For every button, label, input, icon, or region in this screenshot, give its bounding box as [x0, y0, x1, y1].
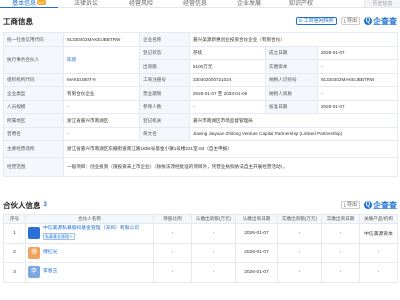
download-icon: ⤓: [343, 18, 346, 24]
tab-history[interactable]: 历史信息: [364, 0, 400, 7]
brand-logo: Q 企查查: [364, 16, 397, 26]
business-info-title: 工商信息: [3, 16, 33, 26]
col-index: 序号: [3, 214, 26, 224]
col-sub-date: 认缴出资日期: [235, 214, 278, 224]
label-staff-size: 人员规模: [3, 99, 64, 114]
related-link[interactable]: 中信美源资本: [359, 223, 398, 244]
label-english-name: 英文名: [139, 126, 190, 141]
shareholders-table: 序号 合伙人名称 持股比例 认缴出资额(万元) 认缴出资日期 实缴出资额(万元)…: [3, 214, 398, 283]
label-company-type: 企业类型: [3, 86, 64, 101]
value-company-name: 嘉兴美源新惠创业投资合伙企业（有限合伙）: [188, 32, 399, 47]
label-approved-date: 核准日期: [265, 99, 318, 114]
label-region: 所属地区: [3, 113, 64, 128]
tab-badge: 99+: [37, 0, 46, 5]
update-button[interactable]: ⊙ 工商官网快照: [295, 17, 337, 25]
table-row: 2 傅 傅红光 - - 2026-01-07 - - -: [3, 242, 398, 263]
brand-icon: Q: [364, 17, 372, 25]
tab-risk[interactable]: 经营风险: [114, 0, 168, 8]
brand-logo: Q 企查查: [364, 200, 397, 210]
label-company-name: 企业名称: [139, 32, 190, 47]
avatar: 李: [28, 266, 40, 279]
col-ratio: 持股比例: [153, 214, 192, 224]
value-insured: -: [189, 99, 266, 114]
table-row: 1 中信美源私募股权基金管理（深圳）有限公司 私募基金管理人 - - 2026-…: [3, 223, 398, 244]
business-info-header: 工商信息 ⊙ 工商官网快照 ⤓ 导出 Q 企查查: [3, 14, 397, 28]
partner-link[interactable]: 陈晓: [67, 57, 76, 63]
value-former-name: -: [63, 126, 140, 141]
label-credit-code: 统一社会信用代码: [3, 32, 64, 47]
value-partner: 陈晓: [63, 45, 140, 74]
label-taxpayer-id: 纳税人识别号: [265, 72, 318, 87]
label-scope: 经营范围: [3, 157, 64, 177]
value-capital: 5100万元: [189, 59, 266, 74]
label-term: 营业期限: [139, 86, 190, 101]
col-sub-amount: 认缴出资额(万元): [191, 214, 236, 224]
label-former-name: 曾用名: [3, 126, 64, 141]
value-company-type: 有限合伙企业: [63, 86, 140, 101]
shareholders-header-row: 序号 合伙人名称 持股比例 认缴出资额(万元) 认缴出资日期 实缴出资额(万元)…: [3, 214, 398, 224]
shareholders-header: 合伙人信息 3 ⤓ 导出 Q 企查查: [3, 198, 397, 212]
value-taxpayer-qual: -: [316, 86, 399, 101]
col-name: 合伙人名称: [25, 214, 154, 224]
value-taxpayer-id: 91330402MAKEUBBTRW: [316, 72, 399, 87]
col-related: 关联产品/机构: [359, 214, 398, 224]
label-status: 登记状态: [139, 45, 190, 60]
company-logo-icon: [28, 227, 40, 240]
label-reg-no: 工商注册号: [139, 72, 190, 87]
holder-name-link[interactable]: 傅红光: [43, 250, 57, 256]
shareholders-export-button[interactable]: ⤓ 导出: [340, 201, 360, 209]
tab-legal[interactable]: 法律诉讼: [58, 0, 114, 8]
label-taxpayer-qual: 纳税人资质: [265, 86, 318, 101]
label-insured: 参保人数: [139, 99, 190, 114]
label-org-code: 组织机构代码: [3, 72, 64, 87]
table-row: 3 李 李春玉 - - 2026-01-07 - - -: [3, 262, 398, 283]
value-founded: 2026-01-07: [316, 45, 399, 60]
value-reg-authority: 嘉兴市南湖区市场监督管理局: [188, 113, 399, 128]
col-paid-date: 实缴出资日期: [321, 214, 360, 224]
value-reg-no: 330402000721024: [189, 72, 266, 87]
col-paid-amount: 实缴出资额(万元): [277, 214, 322, 224]
label-founded: 成立日期: [265, 45, 318, 60]
top-tab-bar: 基本信息 99+ 法律诉讼 经营风险 经营信息 企业发展 知识产权 历史信息: [0, 0, 400, 8]
value-staff-size: -: [63, 99, 140, 114]
value-address: 浙江省嘉兴市南湖区东栅街道南江路1856号基金小镇1号楼221室-83（自主申报…: [62, 140, 399, 158]
holder-name-link[interactable]: 中信美源私募股权基金管理（深圳）有限公司: [43, 226, 139, 232]
value-region: 浙江省嘉兴市南湖区: [63, 113, 140, 128]
value-english-name: Jiaxing Jiayuan Zhilong Venture Capital …: [188, 126, 399, 141]
brand-icon: Q: [364, 201, 372, 209]
holder-name-link[interactable]: 李春玉: [43, 269, 57, 275]
tab-ip[interactable]: 知识产权: [276, 0, 326, 8]
value-credit-code: 91330402MAKEUBBTRW: [63, 32, 140, 47]
label-reg-authority: 登记机关: [139, 113, 190, 128]
download-icon: ⤓: [343, 202, 346, 208]
business-info-table: 统一社会信用代码 91330402MAKEUBBTRW 企业名称 嘉兴美源新惠创…: [3, 32, 399, 177]
label-partner: 执行事务合伙人: [3, 45, 64, 74]
label-paid-capital: 实缴资本: [265, 59, 318, 74]
shareholders-count: 3: [43, 202, 47, 208]
tab-basic-info[interactable]: 基本信息 99+: [0, 0, 58, 8]
value-scope: 一般项目：创业投资（限投资未上市企业）（除依法须经批准的项目外，凭营业执照依法自…: [62, 157, 399, 177]
camera-icon: ⊙: [298, 18, 303, 24]
holder-tag: 私募基金管理人: [43, 233, 75, 241]
value-org-code: MAKEUB0T-9: [63, 72, 140, 87]
label-address: 主要经营场所: [3, 140, 64, 158]
value-paid-capital: -: [316, 59, 399, 74]
value-approved-date: 2026-01-07: [316, 99, 399, 114]
value-term: 2026-01-07 至 2033-01-06: [189, 86, 266, 101]
tab-development[interactable]: 企业发展: [222, 0, 276, 8]
avatar: 傅: [28, 246, 40, 259]
shareholders-title: 合伙人信息: [3, 200, 41, 210]
value-status: 存续: [189, 45, 266, 60]
tab-operation[interactable]: 经营信息: [168, 0, 222, 8]
label-capital: 出资额: [139, 59, 190, 74]
export-button[interactable]: ⤓ 导出: [340, 17, 360, 25]
